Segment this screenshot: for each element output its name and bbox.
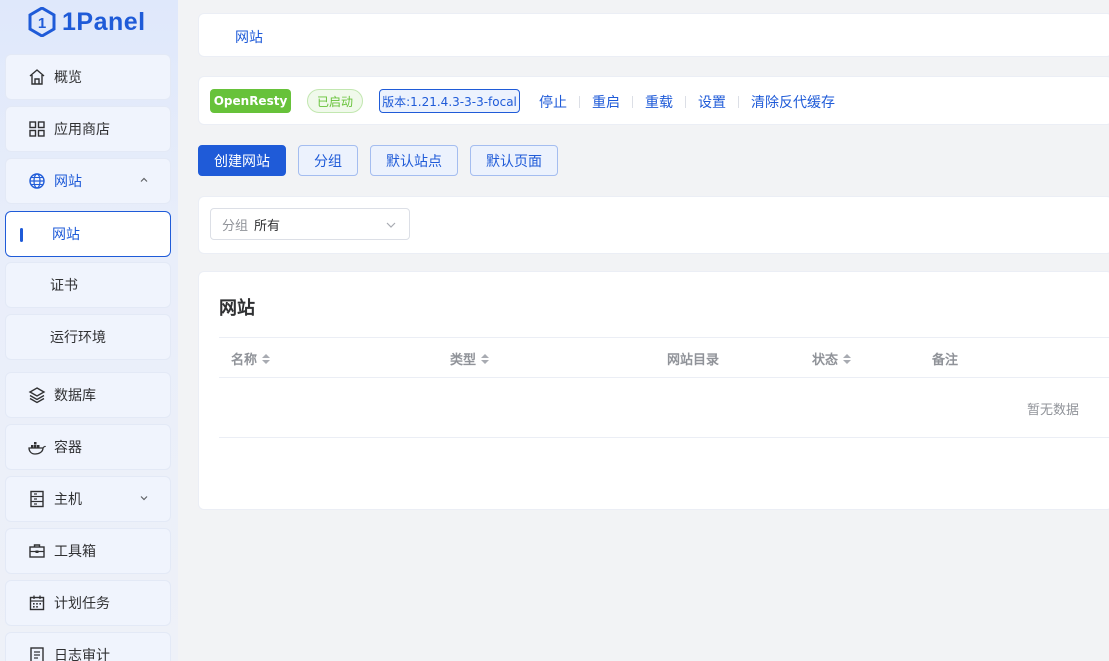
app-logo[interactable]: 1 1Panel — [28, 5, 146, 39]
group-select-prefix: 分组 — [222, 218, 249, 234]
sidebar-item-label: 运行环境 — [50, 330, 106, 346]
sidebar-subitem-certificates[interactable]: 证书 — [5, 262, 171, 308]
divider — [685, 96, 686, 108]
sidebar-item-containers[interactable]: 容器 — [5, 424, 171, 470]
active-indicator — [20, 228, 23, 242]
sort-icon[interactable] — [481, 353, 490, 364]
column-label: 状态 — [812, 353, 839, 368]
clear-proxy-cache-link[interactable]: 清除反代缓存 — [751, 92, 835, 112]
svg-text:1: 1 — [38, 15, 46, 32]
column-label: 网站目录 — [667, 353, 720, 368]
column-label: 类型 — [450, 353, 477, 368]
app-operations: 停止 重启 重载 设置 清除反代缓存 — [539, 92, 835, 112]
sidebar-item-logs[interactable]: 日志审计 — [5, 632, 171, 661]
sidebar-item-host[interactable]: 主机 — [5, 476, 171, 522]
settings-link[interactable]: 设置 — [698, 92, 726, 112]
column-label: 备注 — [932, 353, 959, 368]
sidebar: 1 1Panel 概览 应用商店 网站 网站 证书 运行环境 数据库 容器 主机… — [0, 0, 178, 661]
sidebar-item-label: 应用商店 — [54, 122, 110, 138]
sidebar-item-label: 工具箱 — [54, 544, 96, 560]
sidebar-item-label: 主机 — [54, 492, 82, 508]
calendar-icon — [28, 594, 46, 612]
globe-icon — [28, 172, 46, 190]
table-title: 网站 — [219, 298, 255, 319]
sidebar-item-websites[interactable]: 网站 — [5, 158, 171, 204]
sidebar-subitem-websites[interactable]: 网站 — [5, 211, 171, 257]
table-header: 名称 类型 网站目录 状态 备注 — [219, 337, 1109, 378]
logo-icon: 1 — [28, 7, 56, 37]
log-icon — [28, 646, 46, 661]
status-badge: 已启动 — [307, 89, 363, 113]
sidebar-item-label: 数据库 — [54, 388, 96, 404]
breadcrumb[interactable]: 网站 — [235, 27, 263, 47]
sidebar-item-database[interactable]: 数据库 — [5, 372, 171, 418]
home-icon — [28, 68, 46, 86]
grid-icon — [28, 120, 46, 138]
chevron-down-icon — [140, 496, 148, 501]
sidebar-item-app-store[interactable]: 应用商店 — [5, 106, 171, 152]
sidebar-item-label: 网站 — [54, 174, 82, 190]
chevron-up-icon — [140, 177, 148, 182]
sort-icon[interactable] — [262, 353, 271, 364]
sidebar-item-label: 日志审计 — [54, 648, 110, 661]
version-tag: 版本:1.21.4.3-3-3-focal — [379, 89, 520, 113]
group-button[interactable]: 分组 — [298, 145, 358, 176]
websites-table-card: 网站 名称 类型 网站目录 状态 备注 暂无数据 — [198, 271, 1109, 510]
breadcrumb-bar: 网站 — [198, 13, 1109, 57]
sidebar-item-cron[interactable]: 计划任务 — [5, 580, 171, 626]
reload-link[interactable]: 重载 — [645, 92, 673, 112]
column-header-status[interactable]: 状态 — [812, 349, 852, 368]
logo-text: 1Panel — [62, 7, 146, 36]
sidebar-item-label: 概览 — [54, 70, 82, 86]
chevron-down-icon — [386, 222, 396, 228]
layers-icon — [28, 386, 46, 404]
sidebar-item-label: 计划任务 — [54, 596, 110, 612]
docker-icon — [28, 438, 46, 456]
column-label: 名称 — [231, 353, 258, 368]
stop-link[interactable]: 停止 — [539, 92, 567, 112]
server-icon — [28, 490, 46, 508]
group-select-value: 所有 — [254, 218, 281, 234]
divider — [579, 96, 580, 108]
column-header-remark: 备注 — [932, 349, 958, 368]
divider — [632, 96, 633, 108]
divider — [738, 96, 739, 108]
restart-link[interactable]: 重启 — [592, 92, 620, 112]
sort-icon[interactable] — [843, 353, 852, 364]
sidebar-item-label: 网站 — [52, 227, 80, 243]
column-header-name[interactable]: 名称 — [231, 349, 271, 368]
column-header-directory: 网站目录 — [667, 349, 719, 368]
sidebar-item-overview[interactable]: 概览 — [5, 54, 171, 100]
default-page-button[interactable]: 默认页面 — [470, 145, 558, 176]
filter-bar: 分组 所有 — [198, 196, 1109, 254]
app-status-bar: OpenResty 已启动 版本:1.21.4.3-3-3-focal 停止 重… — [198, 76, 1109, 125]
group-select[interactable]: 分组 所有 — [210, 208, 410, 240]
empty-state-text: 暂无数据 — [1027, 403, 1080, 418]
create-website-button[interactable]: 创建网站 — [198, 145, 286, 176]
table-body: 暂无数据 — [219, 378, 1109, 438]
sidebar-subitem-runtime[interactable]: 运行环境 — [5, 314, 171, 360]
sidebar-item-label: 证书 — [50, 278, 78, 294]
toolbox-icon — [28, 542, 46, 560]
default-site-button[interactable]: 默认站点 — [370, 145, 458, 176]
app-name-tag: OpenResty — [210, 89, 291, 113]
sidebar-item-label: 容器 — [54, 440, 82, 456]
column-header-type[interactable]: 类型 — [450, 349, 490, 368]
sidebar-item-toolbox[interactable]: 工具箱 — [5, 528, 171, 574]
